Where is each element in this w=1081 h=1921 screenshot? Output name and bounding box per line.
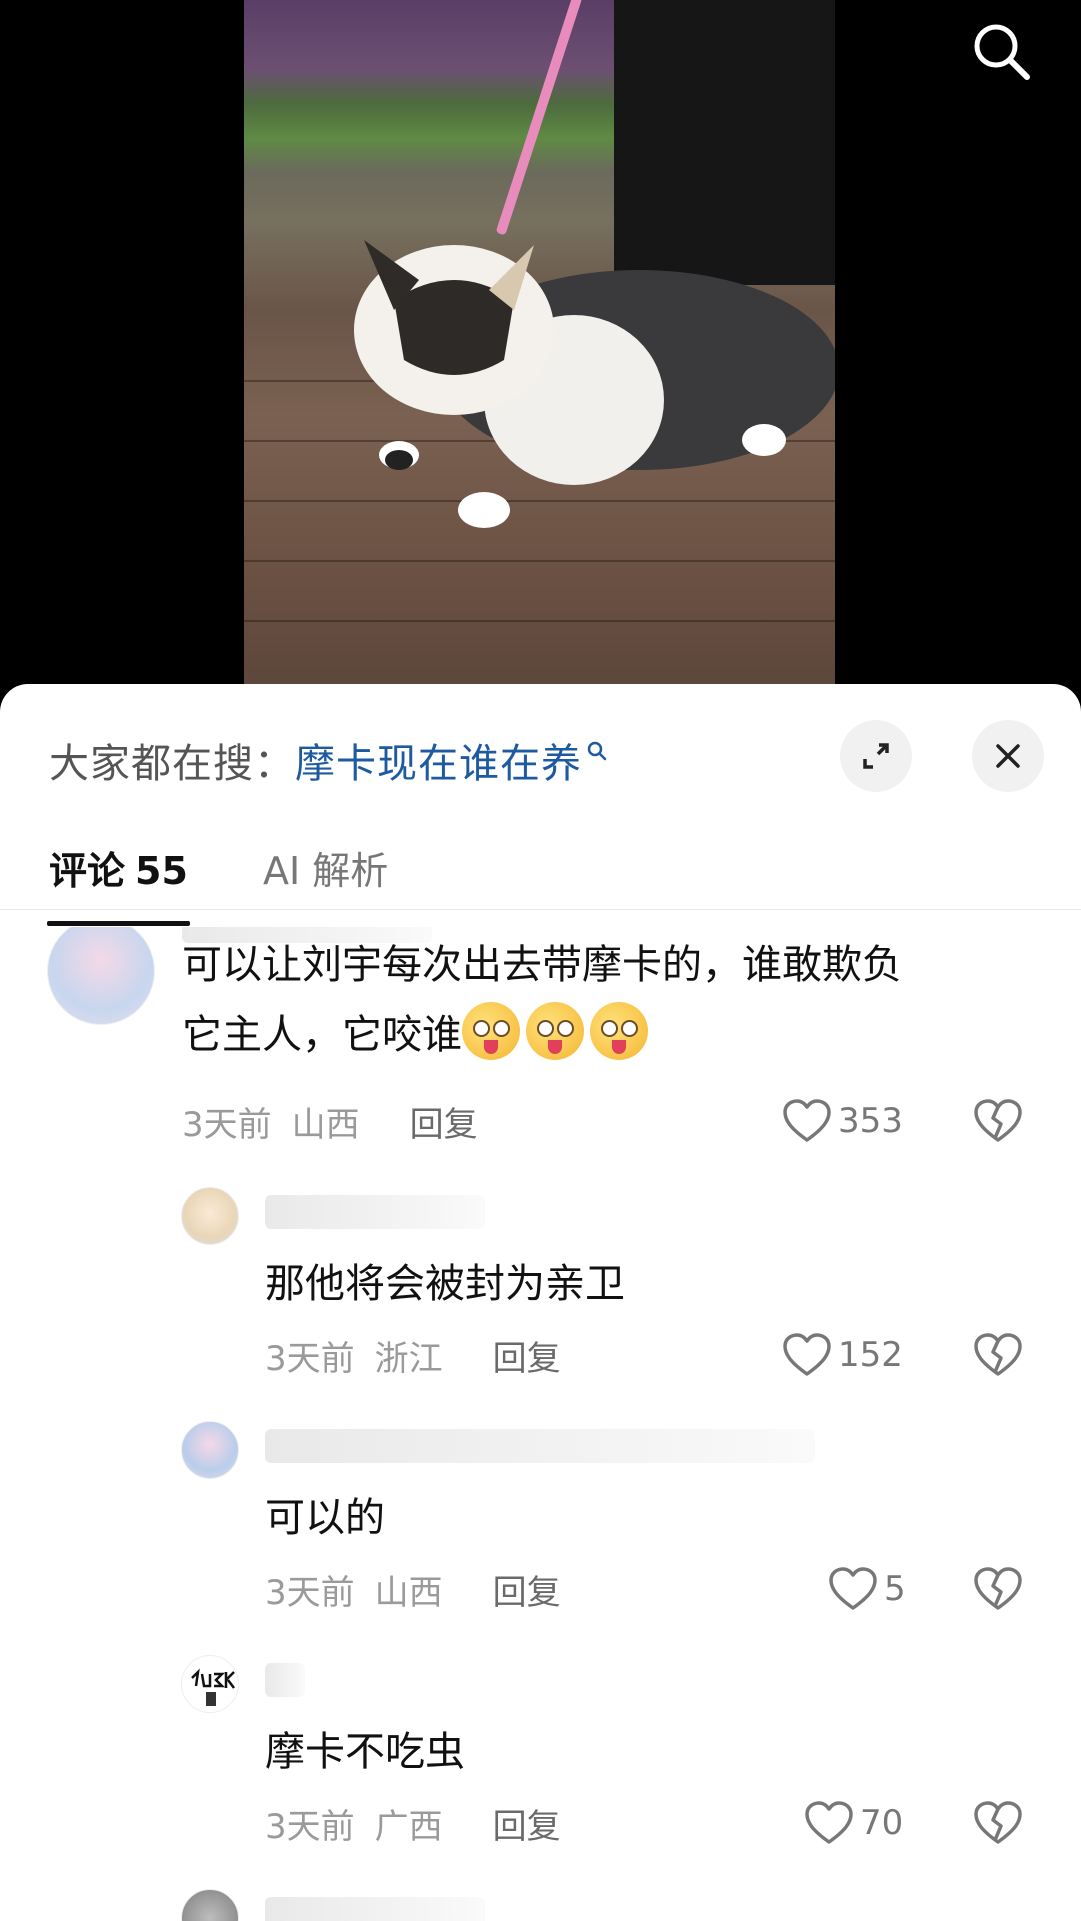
comment-text: 可以的: [265, 1495, 385, 1541]
hot-search-label: 大家都在搜：: [49, 741, 295, 787]
blurred-username: [265, 1195, 485, 1229]
comment-meta: 3天前 浙江 回复: [265, 1331, 561, 1379]
video-frame-dog: [244, 0, 835, 690]
comment-text-line1: 可以让刘宇每次出去带摩卡的，谁敢欺负: [182, 942, 902, 988]
comment-meta: 3天前 山西 回复: [265, 1565, 561, 1613]
hot-search-term[interactable]: 摩卡现在谁在养: [295, 731, 582, 789]
tab-ai-analysis[interactable]: AI 解析: [263, 832, 388, 910]
comment-text: 那他将会被封为亲卫: [265, 1261, 625, 1307]
drooling-face-emoji: [462, 1002, 520, 1060]
like-count: 353: [838, 1101, 903, 1141]
comment-meta: 3天前 广西 回复: [265, 1799, 561, 1847]
like-button[interactable]: 353: [782, 1095, 903, 1147]
like-count: 152: [838, 1335, 903, 1375]
comment-text-line2: 它主人，它咬谁: [182, 1012, 462, 1058]
comment-time: 3天前: [182, 1104, 272, 1145]
comment-region: 浙江: [374, 1338, 443, 1379]
comment-region: 山西: [374, 1572, 443, 1613]
reply-button[interactable]: 回复: [493, 1565, 561, 1614]
close-icon[interactable]: [972, 720, 1044, 792]
search-icon[interactable]: [965, 15, 1037, 87]
like-button[interactable]: 152: [782, 1329, 903, 1381]
comment-time: 3天前: [265, 1806, 355, 1847]
avatar[interactable]: [181, 1655, 239, 1713]
comment-text: 摩卡不吃虫: [265, 1729, 465, 1775]
broken-heart-icon[interactable]: [972, 1095, 1024, 1147]
like-count: 5: [884, 1569, 906, 1609]
drooling-face-emoji: [590, 1002, 648, 1060]
comment-meta: 3天前 山西 回复: [182, 1097, 478, 1145]
like-button[interactable]: 5: [828, 1563, 906, 1615]
comment-list[interactable]: 可以让刘宇每次出去带摩卡的，谁敢欺负 它主人，它咬谁 3天前 山西 回复 353…: [0, 927, 1081, 1921]
reply-button[interactable]: 回复: [493, 1799, 561, 1848]
tab-comments[interactable]: 评论 55: [49, 832, 188, 910]
comment-region: 山西: [291, 1104, 360, 1145]
reply-button[interactable]: 回复: [493, 1331, 561, 1380]
broken-heart-icon[interactable]: [972, 1329, 1024, 1381]
heart-icon: [829, 1567, 877, 1610]
tab-bar: 评论 55 AI 解析: [0, 832, 1081, 910]
small-search-icon: [587, 741, 607, 761]
comment-text: 可以让刘宇每次出去带摩卡的，谁敢欺负 它主人，它咬谁: [182, 930, 1032, 1070]
heart-icon: [805, 1801, 853, 1844]
active-tab-indicator: [47, 921, 190, 926]
drooling-face-emoji: [526, 1002, 584, 1060]
blurred-username: [265, 1429, 815, 1463]
avatar[interactable]: [181, 1889, 239, 1921]
video-player[interactable]: [0, 0, 1081, 700]
like-button[interactable]: 70: [804, 1797, 903, 1849]
reply-button[interactable]: 回复: [410, 1097, 478, 1146]
comment-region: 广西: [374, 1806, 443, 1847]
avatar[interactable]: [47, 927, 155, 1025]
avatar[interactable]: [181, 1421, 239, 1479]
blurred-username: [265, 1897, 485, 1921]
expand-icon[interactable]: [840, 720, 912, 792]
comment-sheet: 大家都在搜： 摩卡现在谁在养 评论 55 AI 解析 可以让刘宇每次出去带摩卡的，: [0, 684, 1081, 1921]
avatar[interactable]: [181, 1187, 239, 1245]
corgi-dog-image: [354, 240, 835, 528]
comment-time: 3天前: [265, 1572, 355, 1613]
heart-icon: [783, 1333, 831, 1376]
hot-search-bar[interactable]: 大家都在搜： 摩卡现在谁在养: [49, 720, 608, 800]
tab-comments-count: 55: [135, 849, 188, 893]
heart-icon: [783, 1099, 831, 1142]
like-count: 70: [860, 1803, 904, 1843]
blurred-username: [265, 1663, 305, 1697]
broken-heart-icon[interactable]: [972, 1797, 1024, 1849]
comment-time: 3天前: [265, 1338, 355, 1379]
broken-heart-icon[interactable]: [972, 1563, 1024, 1615]
tab-comments-label: 评论: [49, 849, 126, 893]
